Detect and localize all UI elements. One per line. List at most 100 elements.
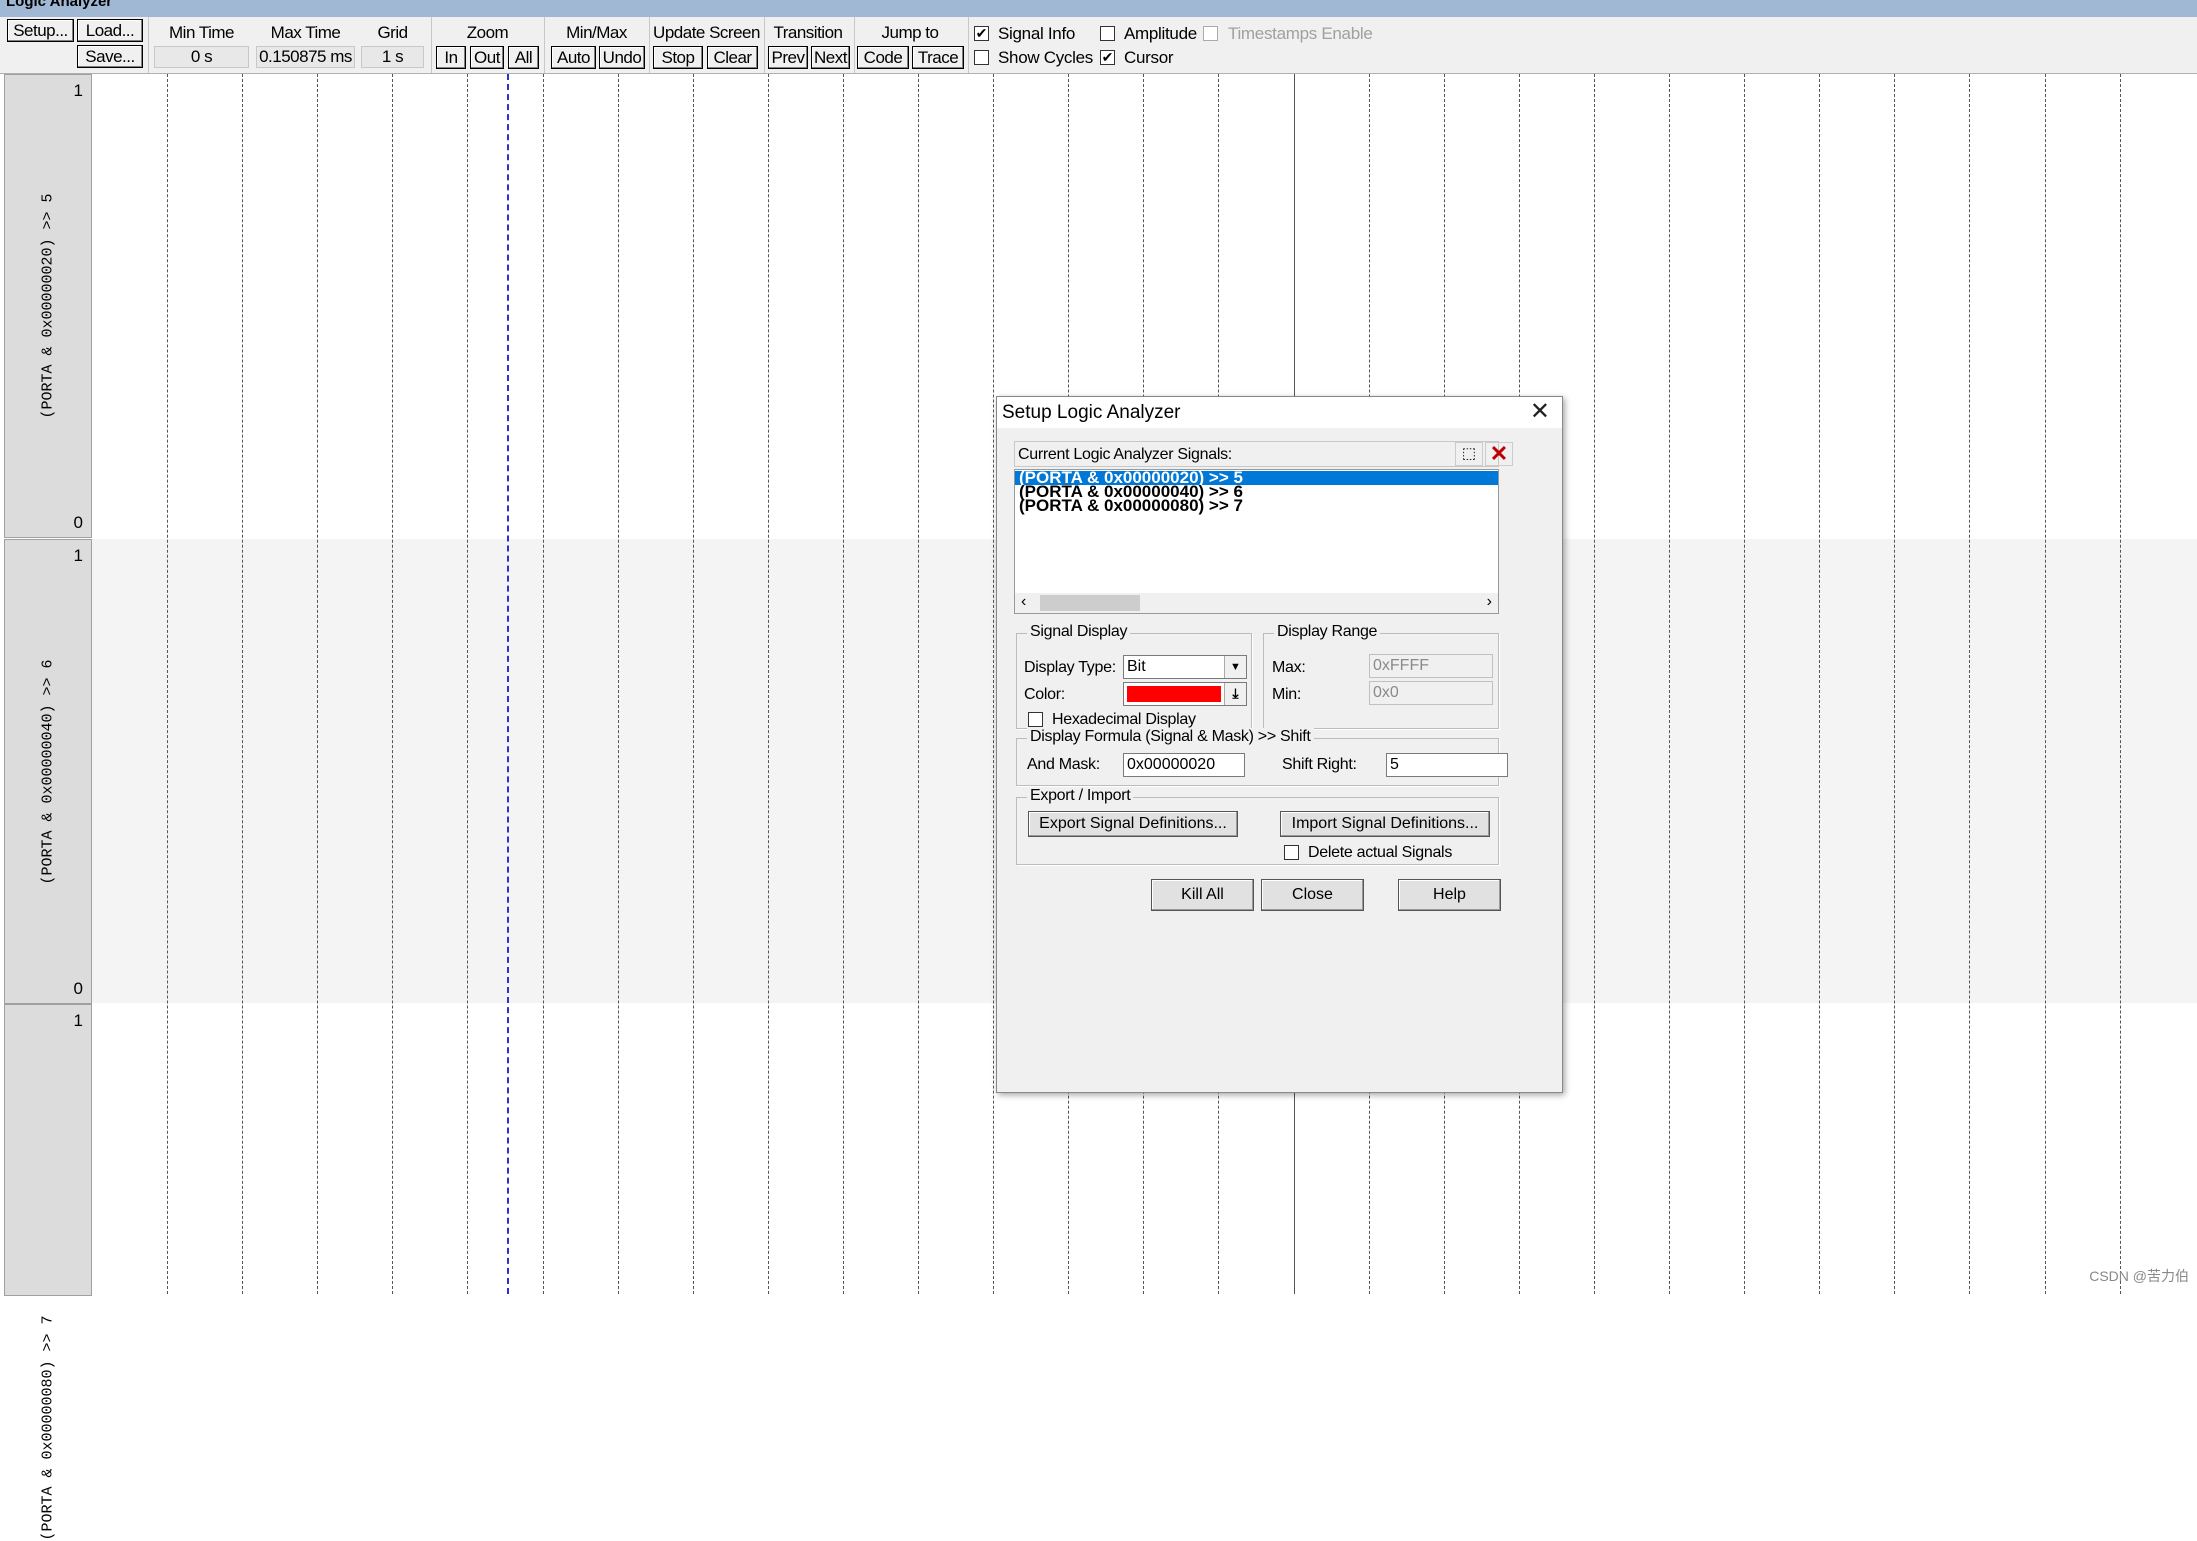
new-signal-icon[interactable]: ⬚	[1455, 442, 1483, 466]
min-input[interactable]: 0x0	[1369, 681, 1493, 705]
close-button[interactable]: Close	[1261, 879, 1364, 911]
setup-logic-analyzer-dialog: Setup Logic Analyzer ✕ Current Logic Ana…	[996, 396, 1563, 1093]
export-import-group: Export / Import Export Signal Definition…	[1016, 787, 1499, 865]
grid-line	[317, 74, 319, 1294]
clear-button[interactable]: Clear	[707, 46, 758, 69]
grid-line	[692, 74, 694, 1294]
delete-actual-signals-checkbox[interactable]	[1284, 845, 1299, 860]
zoom-all-button[interactable]: All	[508, 46, 539, 69]
grid-line	[767, 74, 769, 1294]
signal-label-panel-1[interactable]: 1 (PORTA & 0x00000020) >> 5 0	[4, 74, 92, 538]
scroll-left-icon[interactable]: ‹	[1021, 593, 1026, 611]
shift-right-input[interactable]: 5	[1386, 753, 1508, 777]
grid-line	[842, 74, 844, 1294]
load-button[interactable]: Load...	[77, 19, 143, 42]
grid-line	[1744, 74, 1746, 1294]
max-time-value: 0.150875 ms	[256, 46, 355, 68]
min-label: Min:	[1272, 686, 1302, 703]
auto-button[interactable]: Auto	[551, 46, 596, 69]
hexadecimal-checkbox[interactable]	[1028, 712, 1043, 727]
grid-line	[1669, 74, 1670, 1294]
show-cycles-checkbox[interactable]	[974, 50, 989, 65]
minmax-label: Min/Max	[566, 23, 627, 42]
chevron-down-icon: ▼	[1224, 656, 1246, 678]
jump-trace-button[interactable]: Trace	[912, 46, 964, 69]
grid-line	[993, 74, 995, 1294]
display-type-select[interactable]: Bit ▼	[1123, 655, 1247, 679]
display-formula-group: Display Formula (Signal & Mask) >> Shift…	[1016, 728, 1508, 786]
window-title: Logic Analyzer	[0, 0, 2197, 17]
zoom-label: Zoom	[466, 23, 509, 42]
grid-line	[2044, 74, 2046, 1294]
amplitude-label: Amplitude	[1124, 24, 1197, 43]
setup-button[interactable]: Setup...	[7, 19, 74, 42]
signal-name: (PORTA & 0x00000040) >> 6	[39, 658, 57, 885]
timestamps-checkbox[interactable]	[1203, 26, 1218, 41]
scroll-right-icon[interactable]: ›	[1487, 593, 1492, 611]
import-signal-definitions-button[interactable]: Import Signal Definitions...	[1280, 811, 1490, 837]
display-range-group: Display Range Max: 0xFFFF Min: 0x0	[1263, 623, 1499, 729]
signals-header-label: Current Logic Analyzer Signals:	[1018, 446, 1232, 463]
amplitude-checkbox[interactable]	[1100, 26, 1115, 41]
and-mask-input[interactable]: 0x00000020	[1123, 753, 1245, 777]
min-time-label: Min Time	[169, 23, 234, 42]
grid-line	[1969, 74, 1971, 1294]
stop-button[interactable]: Stop	[653, 46, 703, 69]
update-screen-label: Update Screen	[653, 23, 760, 42]
hexadecimal-label: Hexadecimal Display	[1052, 711, 1196, 728]
signal-max-value: 1	[73, 81, 83, 100]
next-transition-button[interactable]: Next	[811, 46, 850, 69]
max-input[interactable]: 0xFFFF	[1369, 654, 1493, 678]
signals-header: Current Logic Analyzer Signals: ⬚ ✕	[1014, 441, 1513, 467]
signal-label-panel-2[interactable]: 1 (PORTA & 0x00000040) >> 6 0	[4, 539, 92, 1004]
cursor-checkbox[interactable]: ✔	[1100, 50, 1115, 65]
jump-code-button[interactable]: Code	[857, 46, 909, 69]
grid-line	[1894, 74, 1896, 1294]
zoom-in-button[interactable]: In	[436, 46, 466, 69]
display-type-label: Display Type:	[1024, 659, 1116, 676]
delete-signal-icon[interactable]: ✕	[1485, 442, 1513, 466]
signal-info-checkbox[interactable]: ✔	[974, 26, 989, 41]
kill-all-button[interactable]: Kill All	[1151, 879, 1254, 911]
close-icon[interactable]: ✕	[1530, 399, 1550, 425]
signal-list-item[interactable]: (PORTA & 0x00000080) >> 7	[1015, 497, 1498, 514]
watermark: CSDN @苦力伯	[2089, 1268, 2189, 1284]
dialog-title: Setup Logic Analyzer	[997, 397, 1562, 428]
min-time-value: 0 s	[154, 46, 249, 68]
signal-info-label: Signal Info	[998, 24, 1076, 43]
color-picker[interactable]: ⤓	[1123, 682, 1247, 706]
help-button[interactable]: Help	[1398, 879, 1501, 911]
grid-line	[1819, 74, 1821, 1294]
export-signal-definitions-button[interactable]: Export Signal Definitions...	[1028, 811, 1238, 837]
cursor-line[interactable]	[507, 74, 509, 1294]
signal-max-value: 1	[73, 1011, 83, 1030]
grid-line	[392, 74, 394, 1294]
and-mask-label: And Mask:	[1027, 756, 1100, 773]
group-title: Export / Import	[1027, 787, 1134, 805]
grid-line	[1593, 74, 1595, 1294]
scrollbar-thumb[interactable]	[1040, 595, 1140, 611]
group-title: Display Formula (Signal & Mask) >> Shift	[1027, 728, 1314, 746]
signal-min-value: 0	[73, 979, 83, 998]
group-title: Signal Display	[1027, 623, 1131, 641]
undo-button[interactable]: Undo	[599, 46, 645, 69]
delete-actual-signals-label: Delete actual Signals	[1308, 844, 1453, 861]
grid-line	[617, 74, 619, 1294]
max-label: Max:	[1272, 659, 1306, 676]
horizontal-scrollbar[interactable]: ‹ ›	[1015, 593, 1498, 613]
show-cycles-label: Show Cycles	[998, 48, 1093, 67]
group-title: Display Range	[1274, 623, 1381, 641]
grid-line	[2119, 74, 2121, 1294]
zoom-out-button[interactable]: Out	[470, 46, 504, 69]
signal-label-panel-3[interactable]: 1 (PORTA & 0x00000080) >> 7	[4, 1004, 92, 1541]
signals-list[interactable]: (PORTA & 0x00000020) >> 5 (PORTA & 0x0000…	[1014, 469, 1499, 614]
prev-transition-button[interactable]: Prev	[768, 46, 808, 69]
toolbar: Setup... Load... Save... Min Time 0 s Ma…	[0, 17, 2197, 74]
save-button[interactable]: Save...	[77, 45, 143, 68]
signal-name: (PORTA & 0x00000080) >> 7	[39, 1315, 57, 1541]
display-type-value: Bit	[1127, 658, 1146, 675]
signal-name: (PORTA & 0x00000020) >> 5	[39, 193, 57, 419]
grid-line	[467, 74, 469, 1294]
timestamps-label: Timestamps Enable	[1228, 24, 1373, 43]
cursor-label: Cursor	[1124, 48, 1174, 67]
